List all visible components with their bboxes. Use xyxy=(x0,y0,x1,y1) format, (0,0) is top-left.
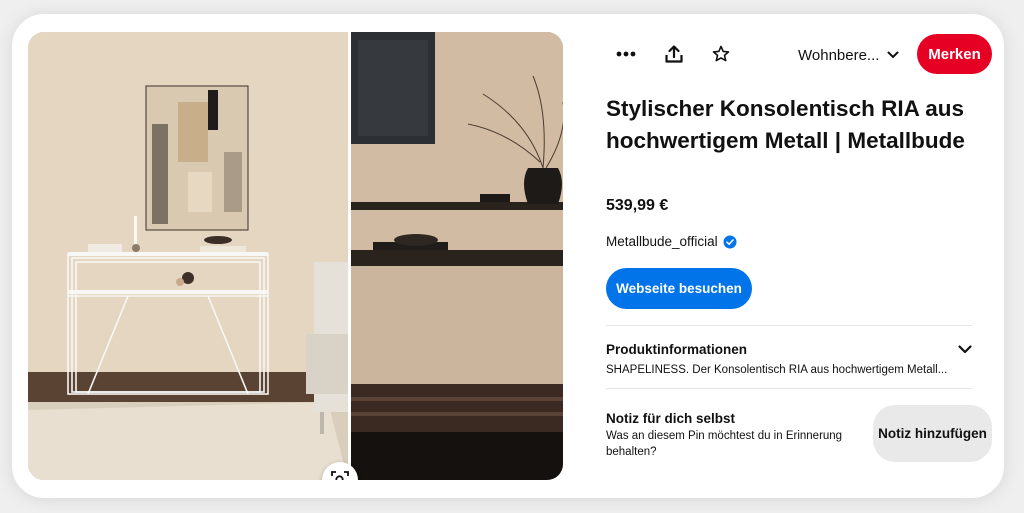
board-dropdown[interactable]: Wohnbere... xyxy=(798,38,899,72)
verified-check-icon xyxy=(723,235,737,248)
pin-image[interactable] xyxy=(28,32,563,480)
more-options-button[interactable] xyxy=(606,36,646,72)
pin-title: Stylischer Konsolentisch RIA aus hochwer… xyxy=(606,96,965,153)
product-price: 539,99 € xyxy=(606,197,669,214)
visual-search-icon xyxy=(331,471,349,480)
product-info-heading[interactable]: Produktinformationen xyxy=(606,342,747,357)
expand-product-info-button[interactable] xyxy=(952,338,978,360)
creator-name[interactable]: Metallbude_official xyxy=(606,234,718,249)
divider xyxy=(606,325,972,326)
creator-link[interactable]: Metallbude_official xyxy=(606,234,737,249)
more-dots-icon xyxy=(616,51,636,57)
favorite-button[interactable] xyxy=(701,36,741,72)
divider xyxy=(606,388,972,389)
save-button[interactable]: Merken xyxy=(917,34,992,74)
share-icon xyxy=(665,45,683,63)
note-description: Was an diesem Pin möchtest du in Erinner… xyxy=(606,430,843,458)
chevron-down-icon xyxy=(887,51,899,59)
visit-website-button[interactable]: Webseite besuchen xyxy=(606,268,752,309)
share-button[interactable] xyxy=(654,36,694,72)
add-note-button[interactable]: Notiz hinzufügen xyxy=(873,405,992,462)
star-icon xyxy=(712,45,730,62)
board-dropdown-label: Wohnbere... xyxy=(798,46,880,64)
chevron-down-icon xyxy=(958,344,972,353)
product-photo xyxy=(28,32,563,480)
product-info-description: SHAPELINESS. Der Konsolentisch RIA aus h… xyxy=(606,364,948,376)
note-heading: Notiz für dich selbst xyxy=(606,411,736,426)
